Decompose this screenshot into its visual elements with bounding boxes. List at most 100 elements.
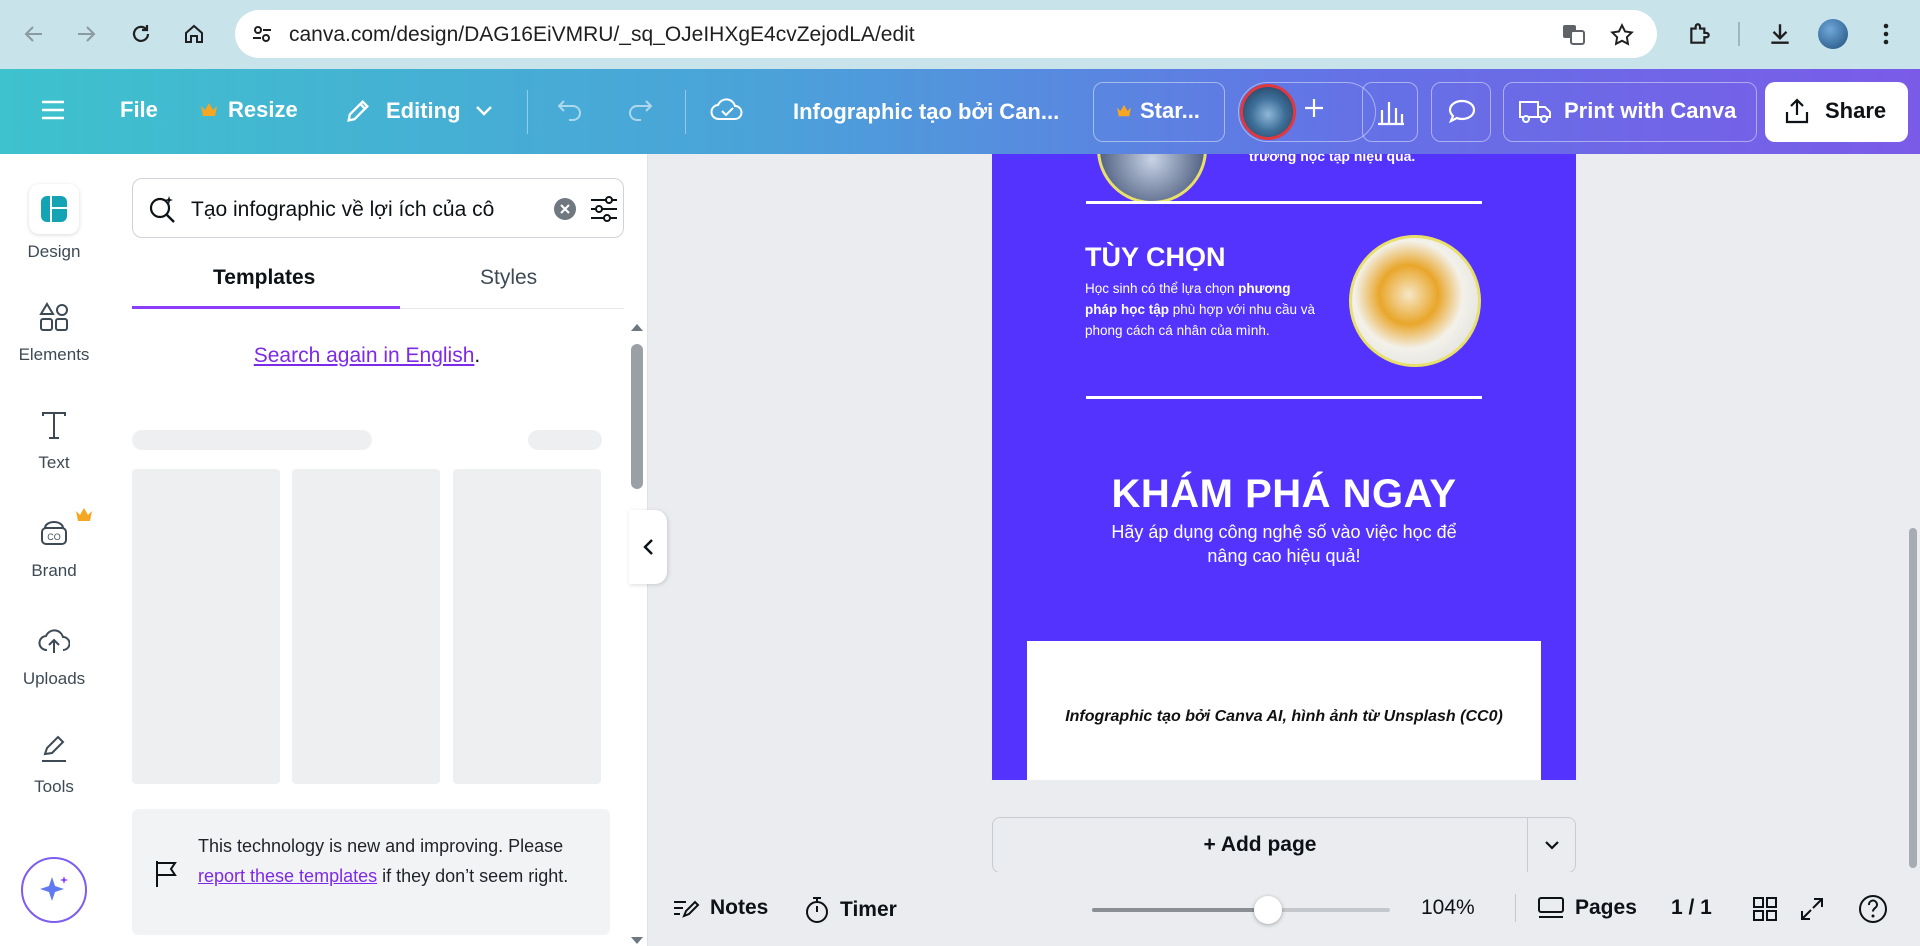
reload-button[interactable]: [121, 14, 161, 54]
comments-button[interactable]: [1431, 82, 1491, 142]
sidebar-item-elements[interactable]: Elements: [0, 297, 108, 365]
page-counter: 1 / 1: [1671, 896, 1712, 919]
student-photo-circle[interactable]: [1349, 235, 1481, 367]
add-page-button[interactable]: + Add page: [993, 818, 1527, 872]
share-upload-icon: [1785, 98, 1809, 124]
scroll-up-arrow-icon[interactable]: [630, 322, 644, 332]
notice-text-part: if they don’t seem right.: [382, 866, 569, 886]
print-label: Print with Canva: [1564, 98, 1737, 123]
sidebar-item-text[interactable]: Text: [0, 405, 108, 473]
zoom-slider-fill: [1092, 908, 1268, 912]
site-settings-icon[interactable]: [251, 23, 273, 45]
canvas-scrollbar[interactable]: [1906, 154, 1920, 872]
fullscreen-button[interactable]: [1799, 896, 1825, 922]
url-text[interactable]: canva.com/design/DAG16EiVMRU/_sq_OJeIHXg…: [289, 23, 915, 47]
svg-text:CO: CO: [47, 532, 61, 542]
top-fragment-text[interactable]: trường học tập hiệu quả.: [1249, 154, 1415, 164]
help-icon: [1859, 895, 1887, 923]
canvas-scrollbar-thumb[interactable]: [1909, 528, 1917, 868]
topbar-divider: [685, 90, 686, 134]
extensions-button[interactable]: [1680, 14, 1720, 54]
magic-assistant-button[interactable]: [21, 857, 87, 923]
scroll-down-arrow-icon[interactable]: [630, 936, 644, 946]
pencil-icon: [347, 100, 369, 122]
profile-button[interactable]: [1813, 14, 1853, 54]
sidebar-item-design[interactable]: Design: [0, 184, 108, 262]
search-again-link[interactable]: Search again in English: [254, 344, 475, 367]
timer-button[interactable]: Timer: [804, 896, 897, 924]
text-icon: [34, 405, 74, 445]
address-bar[interactable]: canva.com/design/DAG16EiVMRU/_sq_OJeIHXg…: [235, 10, 1657, 58]
design-icon: [29, 184, 79, 234]
search-input[interactable]: Tạo infographic về lợi ích của cô: [191, 198, 531, 222]
save-status-button[interactable]: [710, 97, 744, 123]
add-collaborator-button[interactable]: [1302, 96, 1326, 120]
search-box[interactable]: Tạo infographic về lợi ích của cô: [132, 178, 624, 238]
zoom-percentage[interactable]: 104%: [1421, 896, 1475, 920]
template-placeholder: [453, 469, 601, 784]
design-panel: Tạo infographic về lợi ích của cô Templa…: [108, 154, 648, 946]
forward-button[interactable]: [66, 14, 106, 54]
pages-label: Pages: [1575, 896, 1637, 919]
option-title[interactable]: TÙY CHỌN: [1085, 242, 1226, 273]
pages-button[interactable]: Pages: [1537, 896, 1637, 920]
option-body[interactable]: Học sinh có thể lựa chọn phương pháp học…: [1085, 278, 1323, 341]
editing-label: Editing: [386, 98, 461, 123]
loading-placeholder: [528, 430, 602, 450]
collaborator-avatar[interactable]: [1240, 84, 1296, 140]
add-page-group: + Add page: [992, 817, 1576, 873]
notes-button[interactable]: Notes: [672, 896, 768, 920]
document-title[interactable]: Infographic tạo bởi Can...: [793, 99, 1059, 125]
back-button[interactable]: [14, 14, 54, 54]
crown-icon: [76, 508, 92, 521]
bottom-divider: [1515, 894, 1516, 922]
comment-bubble-icon: [1448, 99, 1476, 124]
notice-text: This technology is new and improving. Pl…: [198, 831, 598, 891]
add-page-options-button[interactable]: [1528, 818, 1576, 872]
tab-styles[interactable]: Styles: [480, 266, 537, 290]
insights-button[interactable]: [1362, 82, 1418, 142]
sidebar-item-label: Design: [27, 242, 81, 261]
sidebar-item-uploads[interactable]: Uploads: [0, 621, 108, 689]
sidebar-item-tools[interactable]: Tools: [0, 729, 108, 797]
zoom-slider-thumb[interactable]: [1253, 896, 1282, 924]
sidebar-item-brand[interactable]: CO Brand: [0, 508, 108, 581]
downloads-button[interactable]: [1760, 14, 1800, 54]
divider-line: [1086, 396, 1482, 399]
filter-sliders-icon[interactable]: [589, 195, 619, 223]
grid-view-button[interactable]: [1752, 896, 1778, 922]
collapse-panel-button[interactable]: [629, 510, 667, 584]
resize-button[interactable]: Resize: [200, 97, 298, 123]
panel-scrollbar-thumb[interactable]: [631, 344, 643, 489]
credit-box[interactable]: Infographic tạo bởi Canva AI, hình ảnh t…: [1027, 641, 1541, 780]
cta-title[interactable]: KHÁM PHÁ NGAY: [992, 472, 1576, 517]
zoom-slider[interactable]: [1092, 896, 1390, 924]
redo-button[interactable]: [626, 97, 654, 121]
stopwatch-icon: [806, 897, 828, 923]
design-page[interactable]: trường học tập hiệu quả. TÙY CHỌN Học si…: [992, 154, 1576, 780]
star-team-button[interactable]: Star...: [1093, 82, 1225, 142]
reload-icon: [132, 25, 150, 42]
undo-button[interactable]: [556, 97, 584, 121]
sparkle-icon: [40, 876, 68, 901]
cta-body[interactable]: Hãy áp dụng công nghệ số vào việc học để…: [1092, 520, 1476, 568]
help-button[interactable]: [1858, 894, 1888, 924]
magic-search-icon: [149, 196, 175, 223]
search-again-row: Search again in English.: [108, 344, 626, 368]
browser-chrome: canva.com/design/DAG16EiVMRU/_sq_OJeIHXg…: [0, 0, 1920, 69]
print-with-canva-button[interactable]: Print with Canva: [1503, 82, 1757, 142]
report-templates-link[interactable]: report these templates: [198, 866, 377, 886]
browser-menu-button[interactable]: [1866, 14, 1906, 54]
home-icon: [185, 24, 203, 43]
home-button[interactable]: [174, 14, 214, 54]
top-photo-circle[interactable]: [1097, 154, 1207, 204]
bookmark-star-icon[interactable]: [1609, 22, 1635, 48]
file-menu[interactable]: File: [120, 97, 158, 123]
main-menu-button[interactable]: [40, 99, 66, 121]
translate-icon[interactable]: [1561, 22, 1587, 48]
editing-mode-dropdown[interactable]: Editing: [344, 97, 493, 125]
clear-search-icon[interactable]: [553, 197, 577, 221]
sidebar-item-label: Text: [38, 453, 70, 472]
tab-templates[interactable]: Templates: [213, 266, 315, 290]
share-button[interactable]: Share: [1765, 82, 1908, 142]
